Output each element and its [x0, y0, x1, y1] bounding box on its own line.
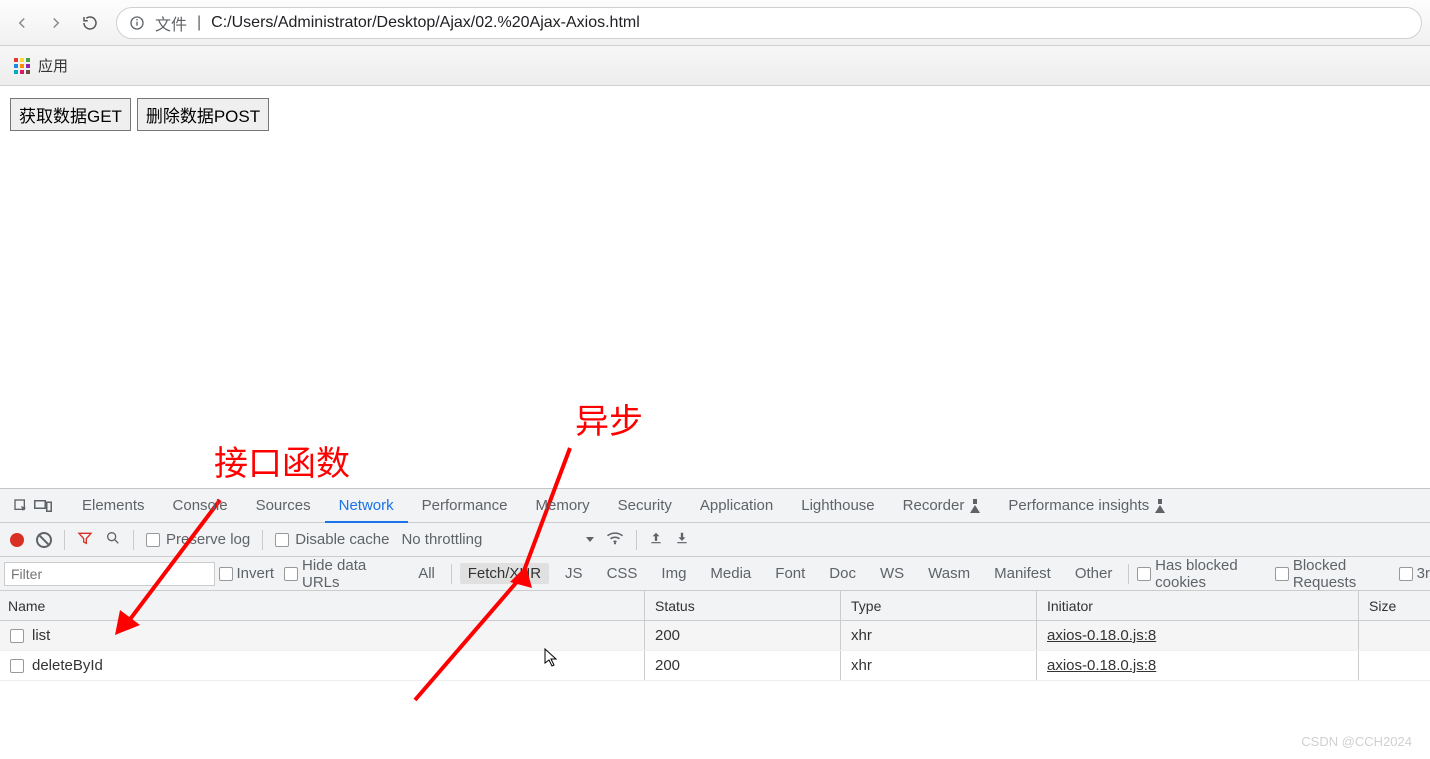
url-text: C:/Users/Administrator/Desktop/Ajax/02.%…	[211, 14, 640, 32]
filter-js[interactable]: JS	[557, 563, 591, 584]
filter-all[interactable]: All	[410, 563, 443, 584]
search-icon[interactable]	[105, 530, 121, 550]
devtools-panel: Elements Console Sources Network Perform…	[0, 488, 1430, 681]
tab-console[interactable]: Console	[159, 489, 242, 522]
tab-security[interactable]: Security	[604, 489, 686, 522]
download-icon[interactable]	[675, 530, 689, 550]
filter-fetch-xhr[interactable]: Fetch/XHR	[460, 563, 549, 584]
hide-data-urls-checkbox[interactable]: Hide data URLs	[284, 557, 402, 591]
get-data-button[interactable]: 获取数据GET	[10, 98, 131, 131]
filter-other[interactable]: Other	[1067, 563, 1121, 584]
tab-sources[interactable]: Sources	[242, 489, 325, 522]
devtools-tabs: Elements Console Sources Network Perform…	[0, 489, 1430, 523]
tab-elements[interactable]: Elements	[68, 489, 159, 522]
address-bar[interactable]: 文件 | C:/Users/Administrator/Desktop/Ajax…	[116, 7, 1422, 39]
filter-font[interactable]: Font	[767, 563, 813, 584]
header-size[interactable]: Size	[1359, 591, 1430, 620]
network-table: Name Status Type Initiator Size list 200…	[0, 591, 1430, 681]
annotation-api-func: 接口函数	[214, 436, 350, 485]
apps-label[interactable]: 应用	[38, 55, 68, 76]
forward-button[interactable]	[42, 9, 70, 37]
header-type[interactable]: Type	[841, 591, 1037, 620]
filter-input[interactable]	[4, 562, 215, 586]
header-status[interactable]: Status	[645, 591, 841, 620]
throttling-dropdown[interactable]: No throttling	[401, 531, 482, 548]
clear-button[interactable]	[36, 532, 52, 548]
delete-data-button[interactable]: 删除数据POST	[137, 98, 269, 131]
chevron-down-icon[interactable]	[586, 537, 594, 542]
device-toggle-icon[interactable]	[32, 489, 54, 522]
filter-toggle-icon[interactable]	[77, 530, 93, 550]
blocked-cookies-checkbox[interactable]: Has blocked cookies	[1137, 557, 1267, 591]
reload-button[interactable]	[76, 9, 104, 37]
network-filter-bar: Invert Hide data URLs All Fetch/XHR JS C…	[0, 557, 1430, 591]
header-name[interactable]: Name	[0, 591, 645, 620]
preserve-log-checkbox[interactable]: Preserve log	[146, 531, 250, 548]
upload-icon[interactable]	[649, 530, 663, 550]
inspect-icon[interactable]	[10, 489, 32, 522]
network-toolbar: Preserve log Disable cache No throttling	[0, 523, 1430, 557]
filter-img[interactable]: Img	[653, 563, 694, 584]
initiator-link[interactable]: axios-0.18.0.js:8	[1047, 657, 1156, 674]
row-checkbox[interactable]	[10, 629, 24, 643]
filter-doc[interactable]: Doc	[821, 563, 864, 584]
filter-css[interactable]: CSS	[599, 563, 646, 584]
info-icon	[129, 15, 145, 31]
watermark: CSDN @CCH2024	[1301, 734, 1412, 749]
beaker-icon	[970, 499, 980, 513]
table-row[interactable]: deleteById 200 xhr axios-0.18.0.js:8	[0, 651, 1430, 681]
bookmarks-bar: 应用	[0, 46, 1430, 86]
beaker-icon	[1155, 499, 1165, 513]
tab-lighthouse[interactable]: Lighthouse	[787, 489, 888, 522]
tab-performance[interactable]: Performance	[408, 489, 522, 522]
filter-wasm[interactable]: Wasm	[920, 563, 978, 584]
wifi-icon[interactable]	[606, 531, 624, 549]
filter-manifest[interactable]: Manifest	[986, 563, 1059, 584]
file-label: 文件	[155, 11, 187, 35]
filter-ws[interactable]: WS	[872, 563, 912, 584]
disable-cache-checkbox[interactable]: Disable cache	[275, 531, 389, 548]
apps-icon[interactable]	[14, 58, 30, 74]
third-party-checkbox[interactable]: 3r	[1399, 565, 1430, 582]
tab-memory[interactable]: Memory	[522, 489, 604, 522]
record-button[interactable]	[10, 533, 24, 547]
blocked-requests-checkbox[interactable]: Blocked Requests	[1275, 557, 1391, 591]
tab-application[interactable]: Application	[686, 489, 787, 522]
filter-media[interactable]: Media	[702, 563, 759, 584]
back-button[interactable]	[8, 9, 36, 37]
table-row[interactable]: list 200 xhr axios-0.18.0.js:8	[0, 621, 1430, 651]
header-initiator[interactable]: Initiator	[1037, 591, 1359, 620]
row-checkbox[interactable]	[10, 659, 24, 673]
tab-performance-insights[interactable]: Performance insights	[994, 489, 1179, 522]
tab-network[interactable]: Network	[325, 489, 408, 522]
table-header: Name Status Type Initiator Size	[0, 591, 1430, 621]
tab-recorder[interactable]: Recorder	[889, 489, 995, 522]
browser-toolbar: 文件 | C:/Users/Administrator/Desktop/Ajax…	[0, 0, 1430, 46]
annotation-async: 异步	[575, 394, 643, 443]
initiator-link[interactable]: axios-0.18.0.js:8	[1047, 627, 1156, 644]
page-content: 获取数据GET 删除数据POST	[0, 86, 1430, 488]
invert-checkbox[interactable]: Invert	[219, 565, 275, 582]
